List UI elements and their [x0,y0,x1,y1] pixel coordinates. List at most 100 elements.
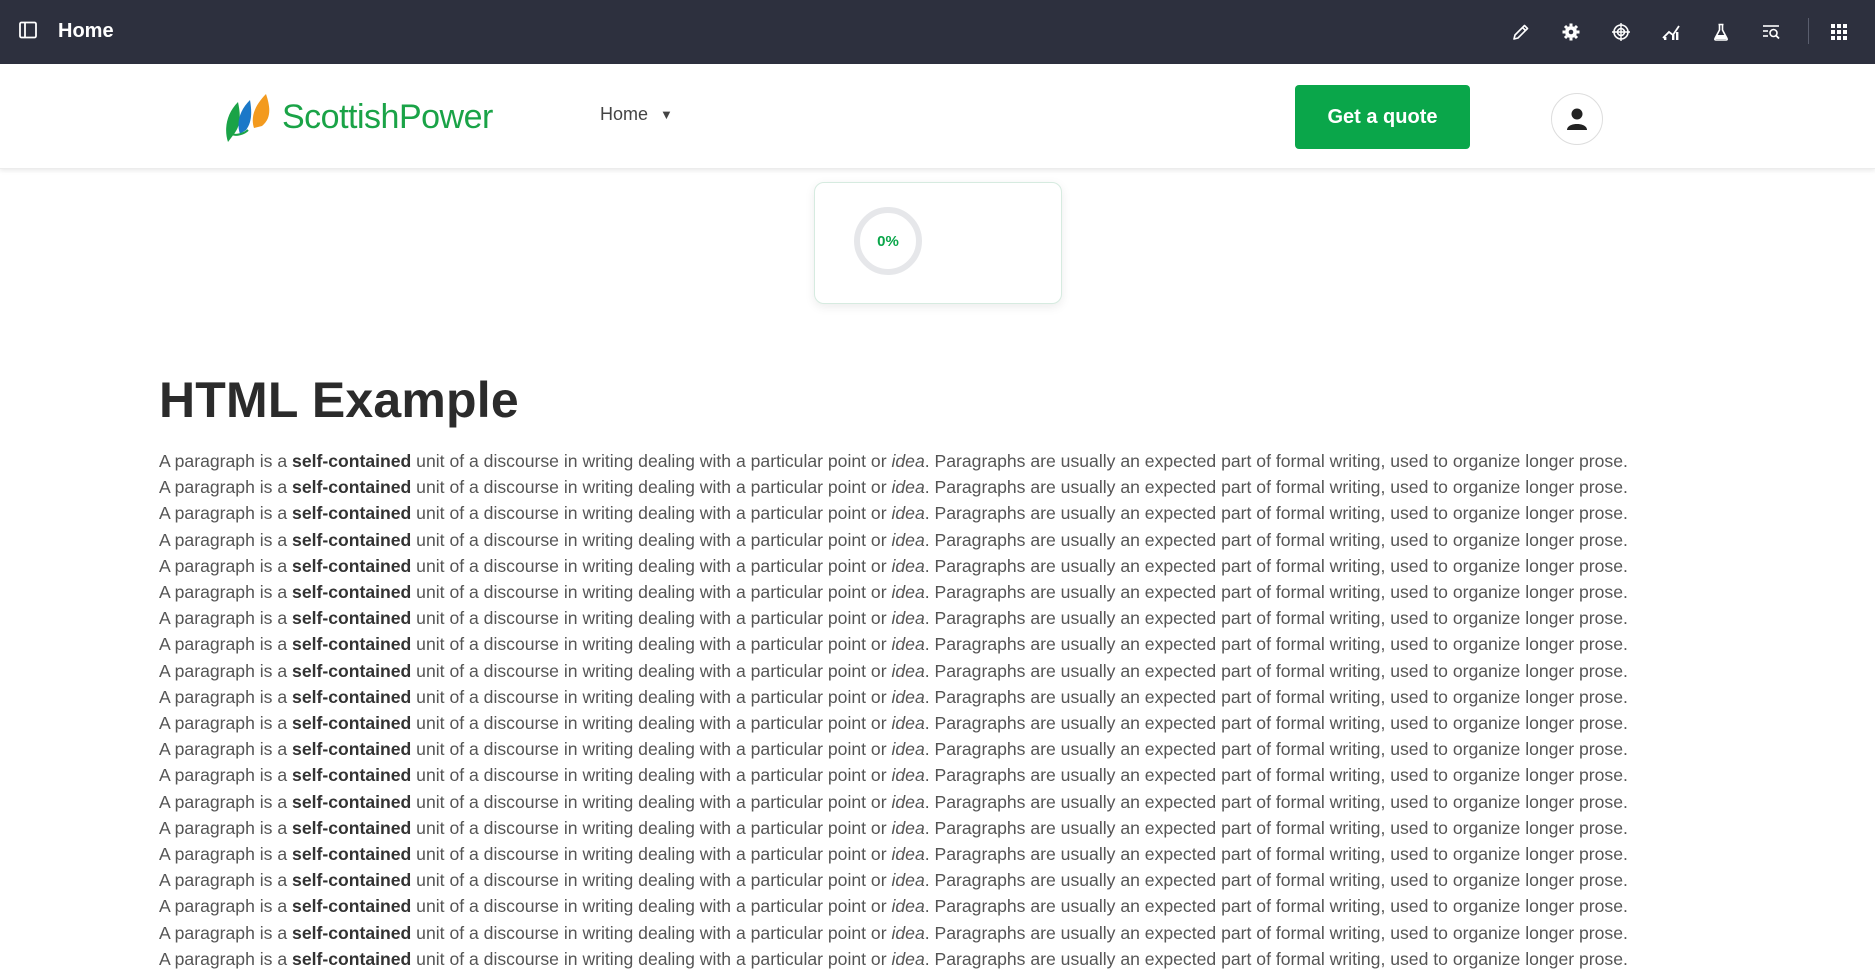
progress-card: 0% [814,182,1062,304]
paragraph-bold-text: self-contained [292,660,412,681]
paragraph-text: . Paragraphs are usually an expected par… [924,608,1628,629]
paragraph-text: unit of a discourse in writing dealing w… [411,634,892,655]
paragraph-text: unit of a discourse in writing dealing w… [411,686,892,707]
paragraph-italic-text: idea [891,451,925,471]
grid-icon[interactable] [1827,20,1851,44]
paragraph-italic-text: idea [891,791,925,812]
paragraph-text: . Paragraphs are usually an expected par… [924,660,1628,681]
paragraph-text: . Paragraphs are usually an expected par… [924,765,1628,786]
paragraph: A paragraph is a self-contained unit of … [159,448,1719,474]
paragraph-text: A paragraph is a [159,503,293,524]
paragraph-italic-text: idea [891,844,925,865]
paragraph-bold-text: self-contained [292,739,412,760]
paragraph-italic-text: idea [891,739,925,760]
sidebar-toggle-icon[interactable] [18,20,38,40]
paragraph-text: A paragraph is a [159,713,293,734]
paragraph-text: . Paragraphs are usually an expected par… [924,948,1628,969]
paragraph-text: unit of a discourse in writing dealing w… [411,817,892,838]
paragraph-text: unit of a discourse in writing dealing w… [411,529,892,550]
paragraph-bold-text: self-contained [292,582,412,603]
paragraph: A paragraph is a self-contained unit of … [159,500,1719,526]
paragraph-text: . Paragraphs are usually an expected par… [924,555,1628,576]
nav-home-dropdown[interactable]: Home ▼ [600,104,673,125]
logo-text: ScottishPower [282,97,493,136]
paragraph-bold-text: self-contained [292,922,412,943]
paragraph-text: unit of a discourse in writing dealing w… [411,713,892,734]
target-icon[interactable] [1609,20,1633,44]
paragraph-bold-text: self-contained [292,451,412,471]
paragraph-text: A paragraph is a [159,634,293,655]
paragraph: A paragraph is a self-contained unit of … [159,631,1719,657]
paragraph-text: A paragraph is a [159,451,293,471]
paragraph-text: A paragraph is a [159,477,293,498]
site-header: ScottishPower Home ▼ Get a quote [0,64,1875,169]
paragraph-bold-text: self-contained [292,791,412,812]
paragraph-italic-text: idea [891,477,925,498]
scottishpower-logo[interactable]: ScottishPower [222,90,493,144]
gear-icon[interactable] [1559,20,1583,44]
paragraph-italic-text: idea [891,582,925,603]
paragraph-list: A paragraph is a self-contained unit of … [159,448,1719,972]
paragraph: A paragraph is a self-contained unit of … [159,605,1719,631]
toolbar-divider [1808,18,1809,44]
progress-percent: 0% [877,232,899,250]
paragraph-text: A paragraph is a [159,817,293,838]
pencil-icon[interactable] [1509,20,1533,44]
content-heading: HTML Example [159,372,519,428]
paragraph-text: A paragraph is a [159,686,293,707]
paragraph-bold-text: self-contained [292,765,412,786]
paragraph-text: unit of a discourse in writing dealing w… [411,739,892,760]
paragraph: A paragraph is a self-contained unit of … [159,815,1719,841]
paragraph-bold-text: self-contained [292,844,412,865]
paragraph-text: . Paragraphs are usually an expected par… [924,844,1628,865]
paragraph-text: unit of a discourse in writing dealing w… [411,896,892,917]
chart-icon[interactable] [1659,20,1683,44]
paragraph-text: A paragraph is a [159,870,293,891]
paragraph: A paragraph is a self-contained unit of … [159,527,1719,553]
paragraph-italic-text: idea [891,634,925,655]
paragraph-text: unit of a discourse in writing dealing w… [411,922,892,943]
paragraph-text: A paragraph is a [159,791,293,812]
paragraph-bold-text: self-contained [292,686,412,707]
flask-icon[interactable] [1709,20,1733,44]
leaf-logo-icon [226,94,270,142]
paragraph-bold-text: self-contained [292,948,412,969]
paragraph-text: unit of a discourse in writing dealing w… [411,870,892,891]
paragraph-text: A paragraph is a [159,896,293,917]
paragraph-text: unit of a discourse in writing dealing w… [411,608,892,629]
account-button[interactable] [1551,93,1603,145]
main-content: HTML Example A paragraph is a self-conta… [159,360,1719,969]
paragraph-text: A paragraph is a [159,608,293,629]
paragraph-text: . Paragraphs are usually an expected par… [924,739,1628,760]
paragraph: A paragraph is a self-contained unit of … [159,946,1719,972]
paragraph-italic-text: idea [891,896,925,917]
paragraph-italic-text: idea [891,555,925,576]
paragraph: A paragraph is a self-contained unit of … [159,579,1719,605]
paragraph: A paragraph is a self-contained unit of … [159,684,1719,710]
paragraph: A paragraph is a self-contained unit of … [159,789,1719,815]
paragraph-italic-text: idea [891,948,925,969]
paragraph-bold-text: self-contained [292,817,412,838]
paragraph: A paragraph is a self-contained unit of … [159,658,1719,684]
paragraph-italic-text: idea [891,922,925,943]
paragraph-text: . Paragraphs are usually an expected par… [924,686,1628,707]
paragraph-text: A paragraph is a [159,555,293,576]
paragraph: A paragraph is a self-contained unit of … [159,920,1719,946]
paragraph-text: unit of a discourse in writing dealing w… [411,582,892,603]
paragraph: A paragraph is a self-contained unit of … [159,736,1719,762]
paragraph-text: A paragraph is a [159,582,293,603]
paragraph-text: . Paragraphs are usually an expected par… [924,451,1628,471]
paragraph-text: A paragraph is a [159,529,293,550]
caret-down-icon: ▼ [660,107,673,122]
paragraph: A paragraph is a self-contained unit of … [159,710,1719,736]
paragraph-text: . Paragraphs are usually an expected par… [924,817,1628,838]
editor-topbar: Home [0,0,1875,64]
paragraph-bold-text: self-contained [292,555,412,576]
paragraph-bold-text: self-contained [292,477,412,498]
search-list-icon[interactable] [1759,20,1783,44]
paragraph-text: A paragraph is a [159,922,293,943]
paragraph-bold-text: self-contained [292,713,412,734]
get-a-quote-button[interactable]: Get a quote [1295,85,1470,149]
paragraph-text: . Paragraphs are usually an expected par… [924,503,1628,524]
paragraph-text: . Paragraphs are usually an expected par… [924,791,1628,812]
